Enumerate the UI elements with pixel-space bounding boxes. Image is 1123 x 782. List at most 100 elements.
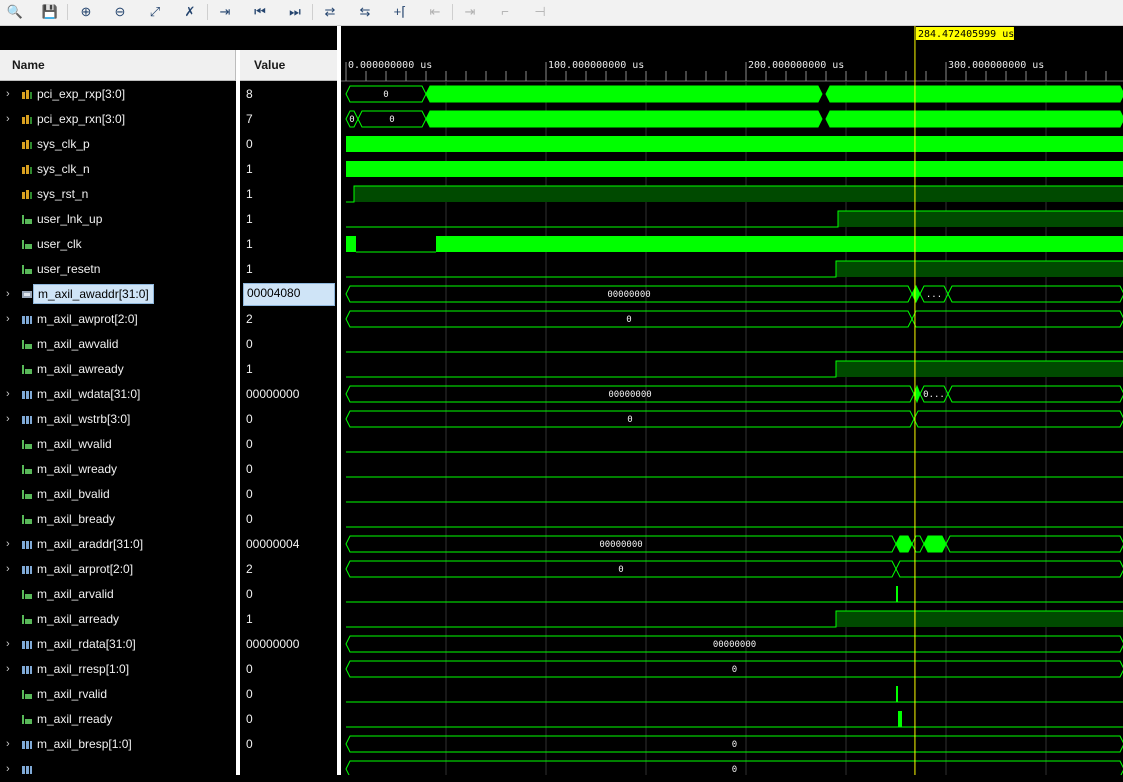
signal-row[interactable]: m_axil_wvalid 0	[0, 432, 337, 457]
zoom-to-cursor-icon[interactable]: ✗	[180, 2, 200, 20]
output-bit-icon	[22, 590, 32, 599]
signal-row[interactable]: › m_axil_arprot[2:0] 2	[0, 557, 337, 582]
signal-name: m_axil_bready	[37, 512, 116, 526]
previous-transition-icon[interactable]: ⌐	[495, 2, 515, 20]
bus-segment	[911, 535, 925, 553]
go-to-cursor-icon[interactable]: ⇥	[215, 2, 235, 20]
signal-name: m_axil_bvalid	[37, 487, 110, 501]
signal-name: m_axil_wstrb[3:0]	[37, 412, 131, 426]
signal-row[interactable]: ›	[0, 757, 337, 782]
search-icon[interactable]: 🔍	[5, 2, 25, 20]
next-transition-icon[interactable]: ⊣	[530, 2, 550, 20]
signal-row[interactable]: › m_axil_awaddr[31:0] 00004080	[0, 282, 337, 307]
expand-chevron-icon[interactable]: ›	[6, 288, 10, 300]
signal-row[interactable]: › m_axil_rdata[31:0] 00000000	[0, 632, 337, 657]
bus-segment	[913, 410, 1123, 428]
signal-row[interactable]: › m_axil_bresp[1:0] 0	[0, 732, 337, 757]
signal-row[interactable]: sys_clk_p 0	[0, 132, 337, 157]
signal-value: 1	[246, 262, 253, 276]
expand-chevron-icon[interactable]: ›	[6, 413, 10, 425]
value-column-header[interactable]: Value	[240, 50, 337, 81]
signal-row[interactable]: › m_axil_wstrb[3:0] 0	[0, 407, 337, 432]
output-bit-icon	[22, 340, 32, 349]
expand-chevron-icon[interactable]: ›	[6, 538, 10, 550]
signal-value: 1	[246, 237, 253, 251]
signal-high-fill	[836, 261, 1123, 277]
signal-row[interactable]: m_axil_arready 1	[0, 607, 337, 632]
signal-value: 1	[246, 187, 253, 201]
signal-value: 00004080	[243, 283, 335, 306]
expand-chevron-icon[interactable]: ›	[6, 663, 10, 675]
signal-row[interactable]: › m_axil_araddr[31:0] 00000004	[0, 532, 337, 557]
column-divider[interactable]	[236, 50, 240, 775]
signal-row[interactable]: m_axil_rready 0	[0, 707, 337, 732]
signal-row[interactable]: m_axil_awready 1	[0, 357, 337, 382]
signal-row[interactable]: user_lnk_up 1	[0, 207, 337, 232]
expand-chevron-icon[interactable]: ›	[6, 388, 10, 400]
output-bit-icon	[22, 690, 32, 699]
save-icon[interactable]: 💾	[40, 2, 60, 20]
output-bit-icon	[22, 715, 32, 724]
name-column-header[interactable]: Name	[0, 50, 236, 81]
output-bit-icon	[22, 240, 32, 249]
signal-row[interactable]: › m_axil_rresp[1:0] 0	[0, 657, 337, 682]
output-bus-icon	[22, 316, 32, 324]
signal-row[interactable]: › m_axil_awprot[2:0] 2	[0, 307, 337, 332]
bus-segment	[911, 310, 1123, 328]
signal-row[interactable]: sys_clk_n 1	[0, 157, 337, 182]
expand-chevron-icon[interactable]: ›	[6, 738, 10, 750]
signal-name: m_axil_rresp[1:0]	[37, 662, 130, 676]
waveform-canvas[interactable]: 0.000000000 us 100.000000000 us 200.000000…	[341, 26, 1123, 775]
signal-row[interactable]: m_axil_wready 0	[0, 457, 337, 482]
clock-wave	[436, 236, 1123, 252]
bus-value-label: 00000000	[607, 290, 650, 300]
signal-name: sys_clk_p	[37, 137, 90, 151]
signal-row[interactable]: › pci_exp_rxp[3:0] 8	[0, 82, 337, 107]
signal-row[interactable]: m_axil_bvalid 0	[0, 482, 337, 507]
expand-chevron-icon[interactable]: ›	[6, 563, 10, 575]
go-to-last-time-icon[interactable]: ⏭	[285, 2, 305, 20]
signal-value: 1	[246, 612, 253, 626]
zoom-in-icon[interactable]: ⊕	[76, 2, 96, 20]
signal-value: 0	[246, 587, 253, 601]
expand-chevron-icon[interactable]: ›	[6, 638, 10, 650]
signal-row[interactable]: m_axil_bready 0	[0, 507, 337, 532]
signal-value: 0	[246, 712, 253, 726]
output-bus-icon	[22, 416, 32, 424]
expand-chevron-icon[interactable]: ›	[6, 313, 10, 325]
swap-cursors-icon[interactable]: ⇄	[320, 2, 340, 20]
previous-marker-icon[interactable]: ⇤	[425, 2, 445, 20]
signal-value: 0	[246, 412, 253, 426]
signal-row[interactable]: › m_axil_wdata[31:0] 00000000	[0, 382, 337, 407]
add-marker-icon[interactable]: +⌈	[390, 2, 410, 20]
toolbar-separator	[312, 4, 313, 20]
bus-segment	[895, 560, 1123, 578]
signal-value: 8	[246, 87, 253, 101]
output-bus-icon	[22, 641, 32, 649]
bus-value-label: 0	[732, 765, 737, 775]
expand-chevron-icon[interactable]: ›	[6, 763, 10, 775]
next-marker-icon[interactable]: ⇥	[460, 2, 480, 20]
signal-value: 0	[246, 462, 253, 476]
signal-name: pci_exp_rxp[3:0]	[37, 87, 126, 101]
signal-row[interactable]: m_axil_rvalid 0	[0, 682, 337, 707]
signal-pulse	[896, 686, 898, 702]
zoom-fit-icon[interactable]: ⤢	[145, 2, 165, 20]
bus-value-label: 0	[349, 115, 354, 125]
input-bit-icon	[22, 140, 32, 149]
signal-row[interactable]: sys_rst_n 1	[0, 182, 337, 207]
bus-segment	[923, 535, 947, 553]
cycle-markers-icon[interactable]: ⇆	[355, 2, 375, 20]
signal-name: pci_exp_rxn[3:0]	[37, 112, 126, 126]
zoom-out-icon[interactable]: ⊖	[110, 2, 130, 20]
signal-row[interactable]: user_clk 1	[0, 232, 337, 257]
signal-value: 00000004	[246, 537, 300, 551]
go-to-time-0-icon[interactable]: ⏮	[250, 2, 270, 20]
signal-row[interactable]: m_axil_arvalid 0	[0, 582, 337, 607]
signal-row[interactable]: user_resetn 1	[0, 257, 337, 282]
signal-row[interactable]: › pci_exp_rxn[3:0] 7	[0, 107, 337, 132]
expand-chevron-icon[interactable]: ›	[6, 88, 10, 100]
signal-row[interactable]: m_axil_awvalid 0	[0, 332, 337, 357]
expand-chevron-icon[interactable]: ›	[6, 113, 10, 125]
output-bus-icon	[22, 741, 32, 749]
